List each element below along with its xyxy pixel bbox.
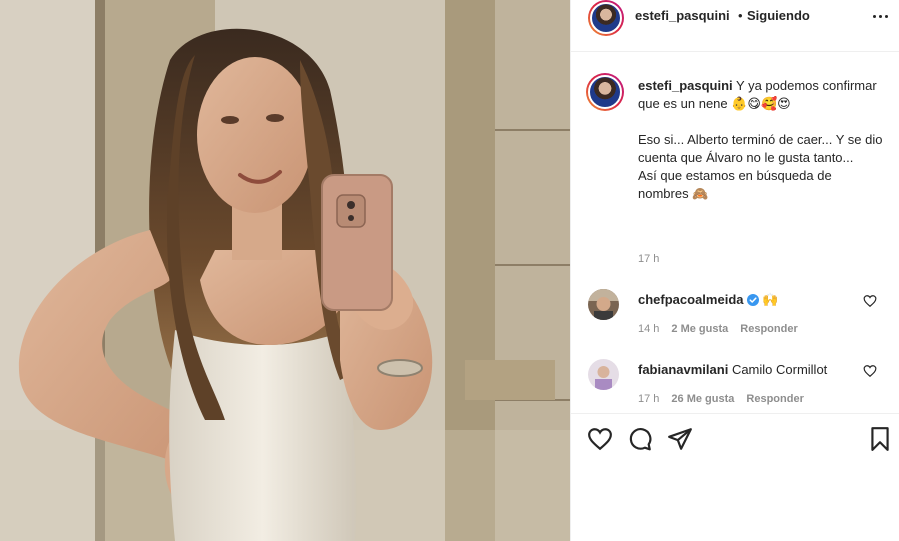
caption-text-block: estefi_pasquini Y ya podemos confirmar q…: [638, 77, 883, 203]
comment-item: fabianavmilani Camilo Cormillot 17 h 26 …: [571, 359, 899, 411]
post-header: estefi_pasquini • Siguiendo: [571, 0, 899, 52]
bookmark-icon[interactable]: [867, 426, 893, 452]
comment-item: chefpacoalmeida 🙌 14 h 2 Me gusta Respon…: [571, 289, 899, 341]
comment-likes[interactable]: 2 Me gusta: [671, 323, 728, 335]
comment-body: chefpacoalmeida 🙌: [638, 292, 778, 309]
comment-icon[interactable]: [627, 426, 653, 452]
post-actions-bar: [571, 413, 899, 463]
heart-icon[interactable]: [587, 426, 613, 452]
comment-text: Camilo Cormillot: [731, 362, 828, 377]
comment-likes[interactable]: 26 Me gusta: [671, 393, 734, 405]
more-options-icon[interactable]: [869, 6, 891, 26]
comment-body: fabianavmilani Camilo Cormillot: [638, 362, 827, 377]
caption-author-avatar[interactable]: [586, 73, 624, 111]
comment-like-icon[interactable]: [863, 294, 877, 308]
reply-button[interactable]: Responder: [746, 393, 803, 405]
comment-meta: 17 h 26 Me gusta Responder: [638, 393, 804, 405]
comment-like-icon[interactable]: [863, 364, 877, 378]
post-details-panel: estefi_pasquini • Siguiendo estefi_pasqu…: [570, 0, 899, 541]
caption-text: Y ya podemos confirmar que es un nene 👶😋…: [638, 78, 883, 201]
comment-text: 🙌: [762, 292, 779, 307]
caption-timestamp[interactable]: 17 h: [638, 253, 659, 265]
mirror-selfie-image: [0, 0, 570, 541]
comment-timestamp[interactable]: 17 h: [638, 393, 659, 405]
verified-badge-icon: [746, 294, 759, 309]
header-separator: •: [738, 8, 743, 23]
commenter-username[interactable]: fabianavmilani: [638, 362, 728, 377]
caption-username[interactable]: estefi_pasquini: [638, 78, 733, 93]
comments-section: estefi_pasquini Y ya podemos confirmar q…: [571, 53, 899, 413]
commenter-avatar[interactable]: [588, 359, 619, 390]
following-button[interactable]: Siguiendo: [747, 8, 810, 23]
author-avatar[interactable]: [588, 0, 624, 36]
reply-button[interactable]: Responder: [740, 323, 797, 335]
share-icon[interactable]: [667, 426, 693, 452]
commenter-avatar[interactable]: [588, 289, 619, 320]
author-username[interactable]: estefi_pasquini: [635, 8, 730, 23]
comment-timestamp[interactable]: 14 h: [638, 323, 659, 335]
comment-meta: 14 h 2 Me gusta Responder: [638, 323, 798, 335]
commenter-username[interactable]: chefpacoalmeida: [638, 292, 744, 307]
post-photo[interactable]: [0, 0, 570, 541]
